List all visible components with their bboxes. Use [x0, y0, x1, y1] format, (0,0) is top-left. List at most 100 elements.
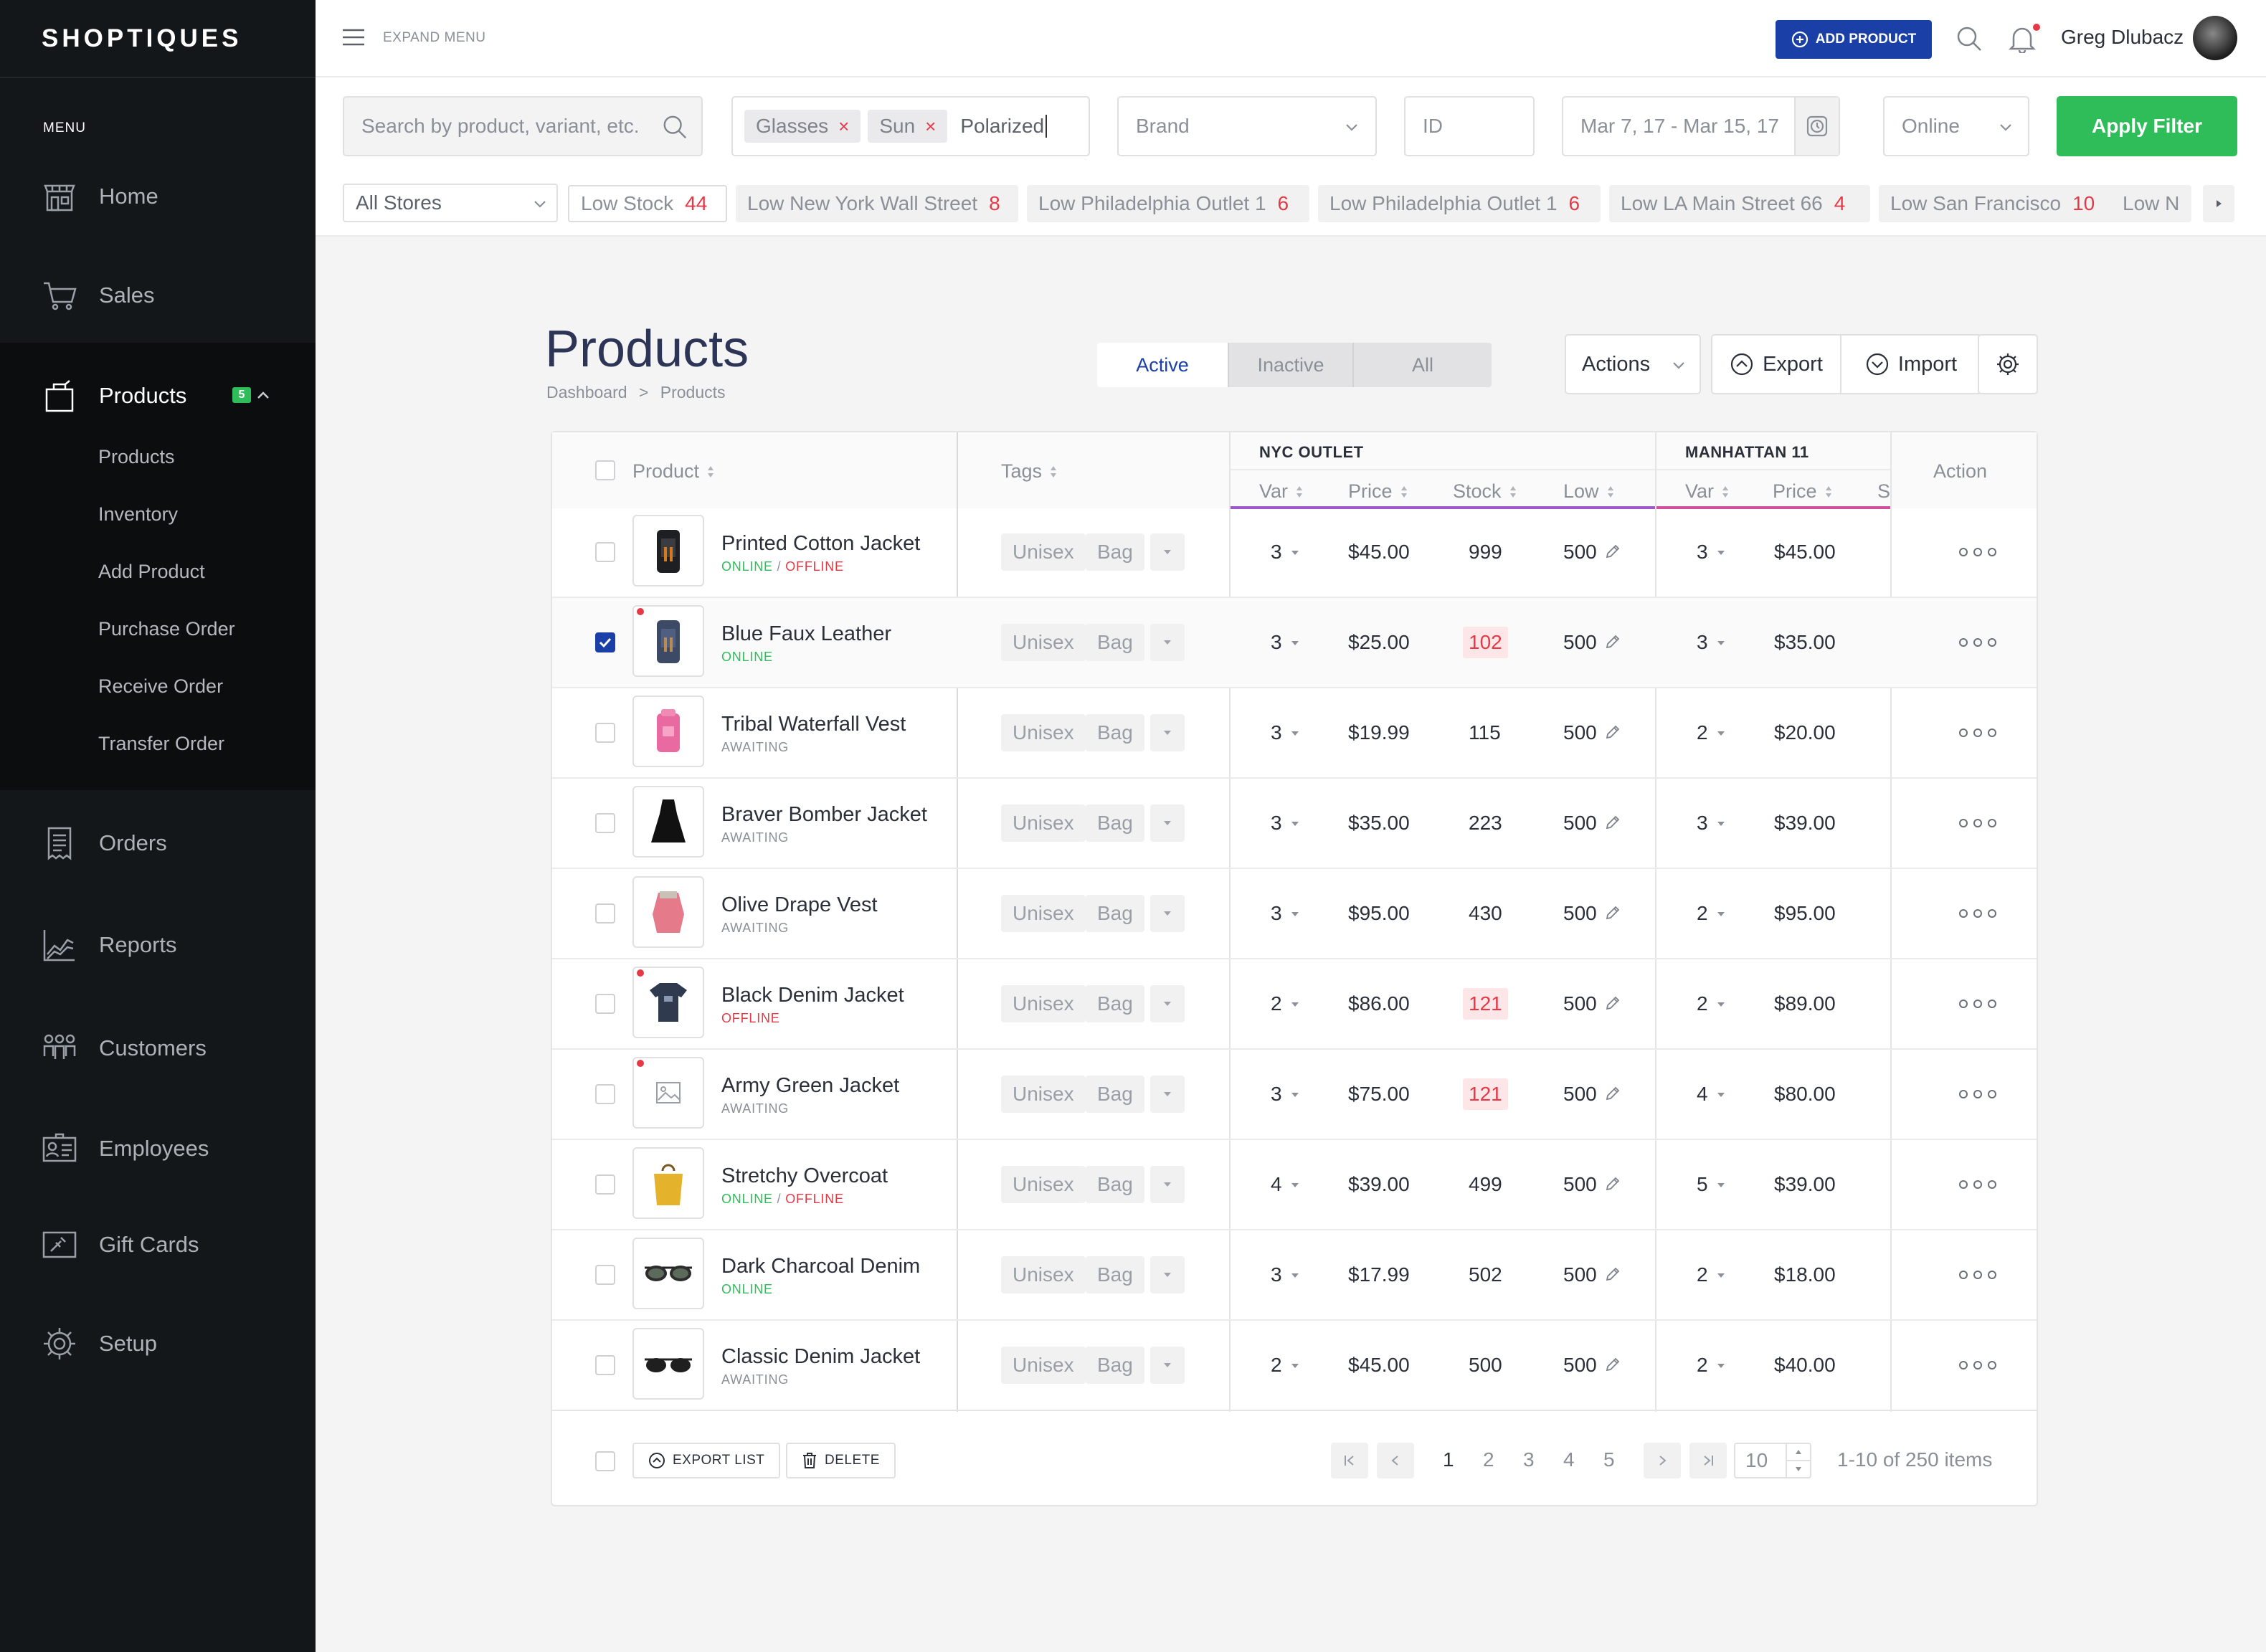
next-page-icon[interactable] [1644, 1443, 1681, 1478]
caret-down-icon[interactable] [1717, 1362, 1725, 1369]
tag-chip[interactable]: Unisex [1001, 804, 1086, 842]
sidebar-sub-purchase-order[interactable]: Purchase Order [98, 618, 235, 640]
column-header-var[interactable]: Var [1259, 480, 1304, 503]
brand-select[interactable]: Brand [1117, 96, 1377, 156]
stepper-up-icon[interactable] [1787, 1444, 1810, 1461]
row-checkbox[interactable] [595, 1265, 615, 1285]
variant-count[interactable]: 2 [1697, 902, 1708, 925]
tag-chip[interactable]: Unisex [1001, 1076, 1086, 1113]
tag-dropdown-icon[interactable] [1150, 1076, 1185, 1113]
more-options-icon[interactable] [1959, 1271, 1996, 1279]
variant-count[interactable]: 2 [1697, 721, 1708, 744]
variant-count[interactable]: 5 [1697, 1173, 1708, 1196]
variant-count[interactable]: 3 [1697, 812, 1708, 835]
row-checkbox[interactable] [595, 1174, 615, 1195]
tag-dropdown-icon[interactable] [1150, 1347, 1185, 1384]
variant-count[interactable]: 3 [1271, 902, 1282, 925]
product-name[interactable]: Army Green Jacket [721, 1074, 899, 1098]
tag-chip[interactable]: Unisex [1001, 1347, 1086, 1384]
page-4[interactable]: 4 [1563, 1448, 1575, 1471]
product-thumbnail[interactable] [632, 1147, 704, 1219]
chevron-right-icon[interactable] [2203, 185, 2234, 222]
more-options-icon[interactable] [1959, 1361, 1996, 1369]
row-checkbox[interactable] [595, 994, 615, 1014]
low-stock-chip[interactable]: Low Philadelphia Outlet 1 6 [1318, 185, 1601, 222]
more-options-icon[interactable] [1959, 728, 1996, 737]
product-thumbnail[interactable] [632, 515, 704, 587]
column-header-price[interactable]: Price [1773, 480, 1833, 503]
variant-count[interactable]: 3 [1271, 541, 1282, 564]
tag-chip[interactable]: Unisex [1001, 624, 1086, 661]
product-name[interactable]: Classic Denim Jacket [721, 1345, 920, 1369]
tag-chip[interactable]: Unisex [1001, 533, 1086, 571]
tag-dropdown-icon[interactable] [1150, 1166, 1185, 1203]
low-stock-chip[interactable]: Low Philadelphia Outlet 1 6 [1027, 185, 1309, 222]
sidebar-item-customers[interactable]: Customers [0, 1014, 316, 1083]
tag-dropdown-icon[interactable] [1150, 1256, 1185, 1293]
tag-chip[interactable]: Bag [1086, 1076, 1144, 1113]
tag-dropdown-icon[interactable] [1150, 533, 1185, 571]
sidebar-sub-products[interactable]: Products [98, 446, 175, 468]
tag-chip[interactable]: Bag [1086, 1347, 1144, 1384]
tab-inactive[interactable]: Inactive [1228, 343, 1352, 387]
tag-dropdown-icon[interactable] [1150, 804, 1185, 842]
caret-down-icon[interactable] [1291, 640, 1299, 647]
variant-count[interactable]: 4 [1697, 1083, 1708, 1106]
product-name[interactable]: Black Denim Jacket [721, 984, 904, 1007]
sidebar-sub-add-product[interactable]: Add Product [98, 561, 205, 583]
more-options-icon[interactable] [1959, 548, 1996, 556]
column-header-product[interactable]: Product [632, 460, 715, 483]
date-range-input[interactable]: Mar 7, 17 - Mar 15, 17 [1562, 96, 1840, 156]
caret-down-icon[interactable] [1291, 1362, 1299, 1369]
row-checkbox[interactable] [595, 903, 615, 924]
sidebar-item-sales[interactable]: Sales [0, 261, 316, 330]
tab-active[interactable]: Active [1097, 343, 1228, 387]
caret-down-icon[interactable] [1291, 1001, 1299, 1008]
tag-chip[interactable]: Unisex [1001, 985, 1086, 1022]
id-input[interactable]: ID [1404, 96, 1535, 156]
sidebar-item-employees[interactable]: Employees [0, 1114, 316, 1183]
tag-chip[interactable]: Bag [1086, 533, 1144, 571]
row-checkbox[interactable] [595, 1355, 615, 1375]
first-page-icon[interactable] [1331, 1443, 1368, 1478]
last-page-icon[interactable] [1689, 1443, 1727, 1478]
caret-down-icon[interactable] [1291, 820, 1299, 827]
clock-icon[interactable] [1794, 98, 1839, 155]
select-all-checkbox[interactable] [595, 460, 615, 480]
tag-chip[interactable]: Bag [1086, 1166, 1144, 1203]
tag-dropdown-icon[interactable] [1150, 624, 1185, 661]
caret-down-icon[interactable] [1717, 1091, 1725, 1098]
page-2[interactable]: 2 [1483, 1448, 1494, 1471]
row-checkbox[interactable] [595, 542, 615, 562]
pencil-icon[interactable] [1605, 995, 1621, 1011]
column-header-low[interactable]: Low [1563, 480, 1615, 503]
product-thumbnail[interactable] [632, 605, 704, 677]
more-options-icon[interactable] [1959, 1090, 1996, 1098]
tag-dropdown-icon[interactable] [1150, 895, 1185, 932]
user-name[interactable]: Greg Dlubacz [2061, 26, 2184, 49]
search-input[interactable]: Search by product, variant, etc. [343, 96, 703, 156]
variant-count[interactable]: 3 [1697, 541, 1708, 564]
product-thumbnail[interactable] [632, 967, 704, 1038]
pencil-icon[interactable] [1605, 905, 1621, 921]
tag-chip[interactable]: Unisex [1001, 895, 1086, 932]
per-page-stepper[interactable]: 10 [1734, 1443, 1811, 1478]
caret-down-icon[interactable] [1717, 820, 1725, 827]
row-checkbox[interactable] [595, 632, 615, 652]
variant-count[interactable]: 3 [1271, 1083, 1282, 1106]
row-checkbox[interactable] [595, 723, 615, 743]
tag-chip[interactable]: Bag [1086, 804, 1144, 842]
product-name[interactable]: Tribal Waterfall Vest [721, 713, 906, 736]
caret-down-icon[interactable] [1291, 1182, 1299, 1189]
page-5[interactable]: 5 [1603, 1448, 1615, 1471]
row-checkbox[interactable] [595, 1084, 615, 1104]
product-thumbnail[interactable] [632, 1328, 704, 1400]
tag-chip[interactable]: Bag [1086, 1256, 1144, 1293]
import-button[interactable]: Import [1841, 336, 1981, 393]
sidebar-item-setup[interactable]: Setup [0, 1309, 316, 1378]
sidebar-item-gift-cards[interactable]: Gift Cards [0, 1210, 316, 1279]
bell-icon[interactable] [2008, 23, 2037, 53]
variant-count[interactable]: 2 [1697, 992, 1708, 1015]
variant-count[interactable]: 3 [1271, 721, 1282, 744]
actions-dropdown[interactable]: Actions [1565, 334, 1701, 394]
